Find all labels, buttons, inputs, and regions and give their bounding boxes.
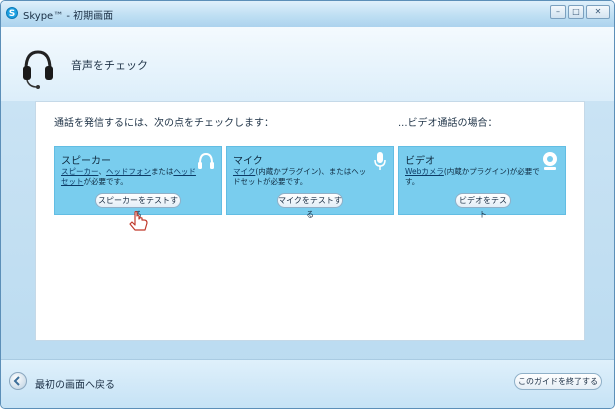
speaker-link[interactable]: スピーカー [61, 167, 98, 176]
video-card: ビデオ Webカメラ(内蔵かプラグイン)が必要です。 ビデオをテスト [398, 146, 566, 219]
speaker-card: スピーカー スピーカー、ヘッドフォンまたはヘッドセットが必要です。 スピーカーを… [54, 146, 222, 219]
video-card-title: ビデオ [405, 156, 435, 167]
mouse-cursor-icon [129, 211, 148, 231]
headset-icon [23, 50, 53, 89]
test-video-button[interactable]: ビデオをテスト [455, 193, 511, 219]
maximize-button[interactable]: □ [568, 5, 584, 19]
video-card-description: Webカメラ(内蔵かプラグイン)が必要です。 [405, 167, 545, 187]
arrow-left-icon [13, 376, 20, 386]
back-to-start-link[interactable]: 最初の画面へ戻る [35, 376, 115, 391]
video-intro-text: ...ビデオ通話の場合： [398, 118, 498, 129]
page-title: 音声をチェック [71, 59, 148, 72]
close-button[interactable]: ✕ [586, 5, 610, 19]
test-speaker-button[interactable]: スピーカーをテストする [95, 193, 181, 219]
page-header: 音声をチェック [1, 27, 614, 101]
webcam-link[interactable]: Webカメラ [405, 167, 444, 176]
headphones-link[interactable]: ヘッドフォン [106, 167, 151, 176]
title-bar[interactable]: S Skype™ - 初期画面 – □ ✕ [1, 1, 614, 27]
separator: または [150, 167, 174, 176]
microphone-card-description: マイク(内蔵かプラグイン)、またはヘッドセットが必要です。 [233, 167, 373, 187]
skype-window: S Skype™ - 初期画面 – □ ✕ 音声をチェック 通話を発信するには、… [0, 0, 615, 409]
check-panel: 通話を発信するには、次の点をチェックします： ...ビデオ通話の場合： スピーカ… [35, 101, 585, 341]
microphone-icon [374, 152, 386, 170]
window-title: Skype™ - 初期画面 [23, 11, 114, 22]
back-button[interactable] [9, 372, 27, 390]
footer-bar: 最初の画面へ戻る このガイドを終了する [1, 359, 614, 408]
end-guide-button[interactable]: このガイドを終了する [514, 373, 602, 390]
speaker-card-title: スピーカー [61, 156, 111, 167]
intro-text: 通話を発信するには、次の点をチェックします： [54, 118, 274, 129]
microphone-link[interactable]: マイク [233, 167, 255, 176]
speaker-card-description: スピーカー、ヘッドフォンまたはヘッドセットが必要です。 [61, 167, 201, 187]
minimize-button[interactable]: – [550, 5, 566, 19]
skype-logo-icon: S [6, 7, 18, 19]
microphone-card: マイク マイク(内蔵かプラグイン)、またはヘッドセットが必要です。 マイクをテス… [226, 146, 394, 219]
microphone-card-title: マイク [233, 156, 263, 167]
test-microphone-button[interactable]: マイクをテストする [277, 193, 343, 219]
separator: 、 [98, 167, 106, 176]
speaker-requirement-text: が必要です。 [83, 177, 128, 186]
window-controls: – □ ✕ [550, 5, 610, 19]
